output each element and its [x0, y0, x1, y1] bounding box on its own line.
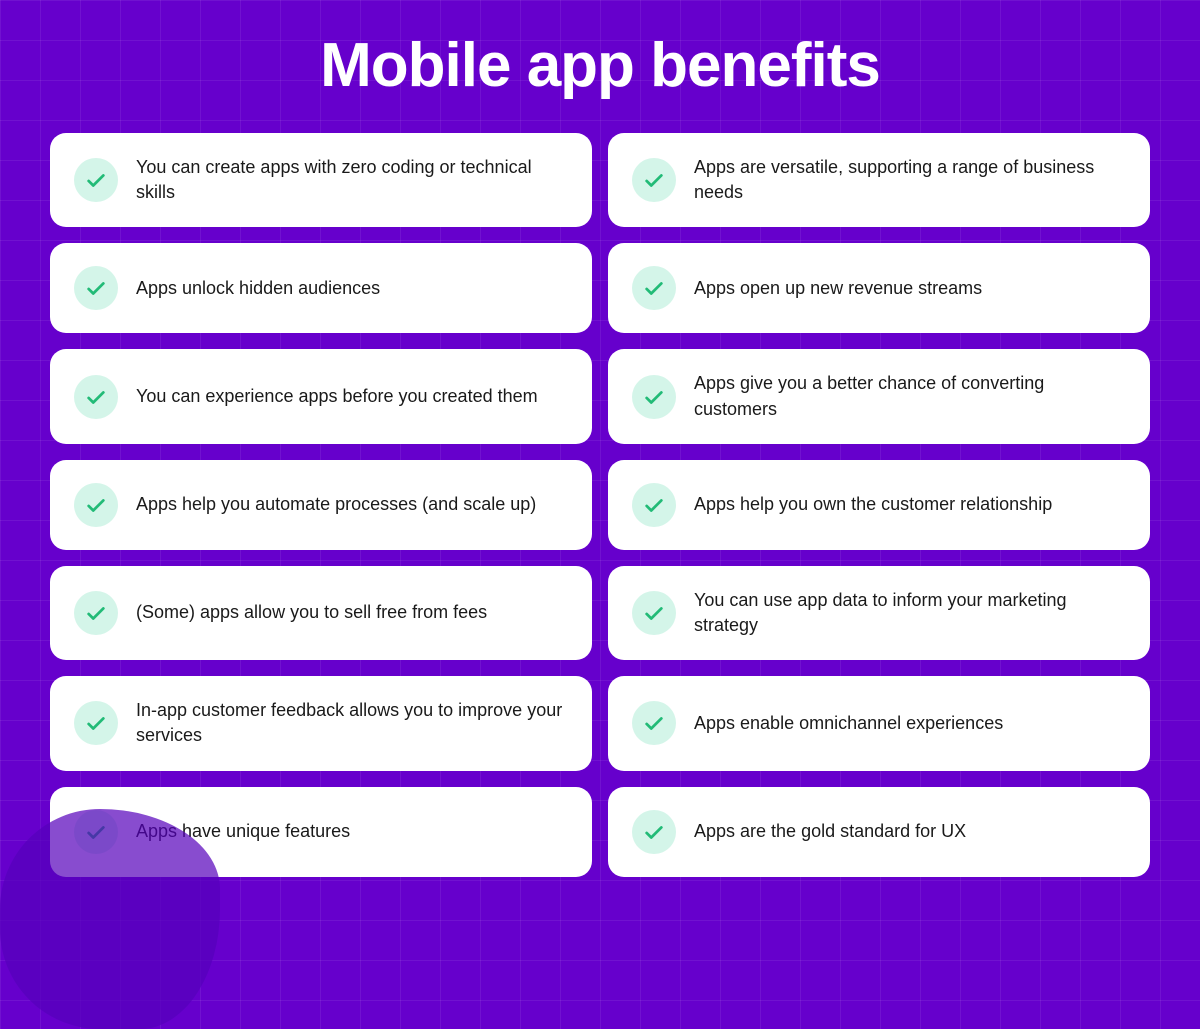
check-circle-icon [74, 375, 118, 419]
benefit-card-13: Apps have unique features [50, 787, 592, 877]
benefit-card-7: Apps help you automate processes (and sc… [50, 460, 592, 550]
card-text: You can use app data to inform your mark… [694, 588, 1126, 638]
benefit-card-12: Apps enable omnichannel experiences [608, 676, 1150, 770]
benefit-card-2: Apps are versatile, supporting a range o… [608, 133, 1150, 227]
check-circle-icon [74, 810, 118, 854]
check-circle-icon [74, 701, 118, 745]
check-circle-icon [632, 266, 676, 310]
check-circle-icon [632, 375, 676, 419]
page-container: Mobile app benefits You can create apps … [0, 0, 1200, 1029]
benefits-grid: You can create apps with zero coding or … [50, 133, 1150, 877]
benefit-card-11: In-app customer feedback allows you to i… [50, 676, 592, 770]
benefit-card-8: Apps help you own the customer relations… [608, 460, 1150, 550]
card-text: You can experience apps before you creat… [136, 384, 538, 409]
card-text: Apps open up new revenue streams [694, 276, 982, 301]
check-circle-icon [632, 158, 676, 202]
benefit-card-4: Apps open up new revenue streams [608, 243, 1150, 333]
card-text: Apps are the gold standard for UX [694, 819, 966, 844]
check-circle-icon [74, 483, 118, 527]
benefit-card-10: You can use app data to inform your mark… [608, 566, 1150, 660]
card-text: Apps help you own the customer relations… [694, 492, 1052, 517]
card-text: Apps give you a better chance of convert… [694, 371, 1126, 421]
benefit-card-3: Apps unlock hidden audiences [50, 243, 592, 333]
check-circle-icon [632, 591, 676, 635]
check-circle-icon [74, 266, 118, 310]
card-text: Apps unlock hidden audiences [136, 276, 380, 301]
check-circle-icon [74, 591, 118, 635]
check-circle-icon [74, 158, 118, 202]
card-text: Apps enable omnichannel experiences [694, 711, 1003, 736]
card-text: Apps are versatile, supporting a range o… [694, 155, 1126, 205]
benefit-card-14: Apps are the gold standard for UX [608, 787, 1150, 877]
check-circle-icon [632, 810, 676, 854]
card-text: Apps have unique features [136, 819, 350, 844]
card-text: You can create apps with zero coding or … [136, 155, 568, 205]
benefit-card-5: You can experience apps before you creat… [50, 349, 592, 443]
benefit-card-6: Apps give you a better chance of convert… [608, 349, 1150, 443]
card-text: Apps help you automate processes (and sc… [136, 492, 536, 517]
page-title: Mobile app benefits [50, 30, 1150, 101]
check-circle-icon [632, 483, 676, 527]
card-text: (Some) apps allow you to sell free from … [136, 600, 487, 625]
benefit-card-1: You can create apps with zero coding or … [50, 133, 592, 227]
check-circle-icon [632, 701, 676, 745]
benefit-card-9: (Some) apps allow you to sell free from … [50, 566, 592, 660]
card-text: In-app customer feedback allows you to i… [136, 698, 568, 748]
